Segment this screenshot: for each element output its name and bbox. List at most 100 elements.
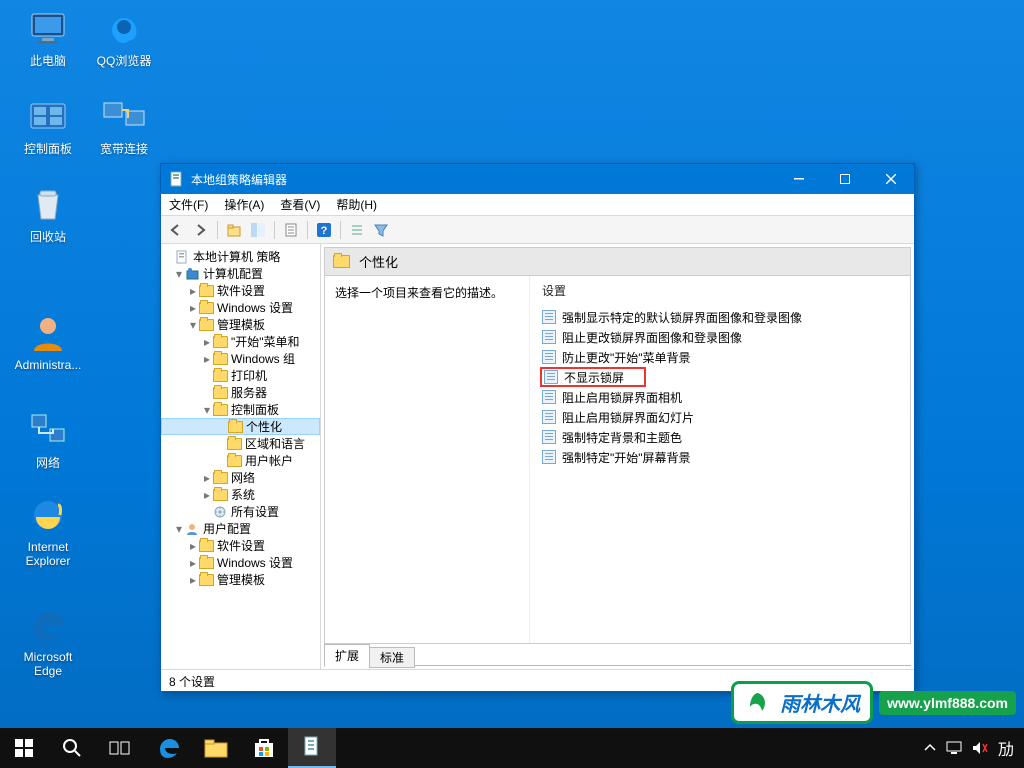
tree-system[interactable]: 系统 <box>231 486 255 503</box>
policy-icon <box>542 430 556 444</box>
policy-icon <box>542 350 556 364</box>
up-button[interactable] <box>224 220 244 240</box>
tree-root[interactable]: 本地计算机 策略 <box>193 248 280 265</box>
setting-label: 阻止启用锁屏界面相机 <box>562 389 682 406</box>
tree-network[interactable]: 网络 <box>231 469 255 486</box>
setting-row[interactable]: 强制显示特定的默认锁屏界面图像和登录图像 <box>540 307 902 327</box>
forward-button[interactable] <box>191 220 211 240</box>
icon-this-pc[interactable]: 此电脑 <box>12 8 84 68</box>
setting-label: 强制特定"开始"屏幕背景 <box>562 449 691 466</box>
close-button[interactable] <box>868 164 914 194</box>
policy-icon <box>544 370 558 384</box>
tray-ime-icon[interactable]: 劢 <box>998 736 1014 760</box>
icon-qqbrowser[interactable]: QQ浏览器 <box>88 8 160 68</box>
tree-server[interactable]: 服务器 <box>231 384 267 401</box>
properties-icon[interactable] <box>281 220 301 240</box>
window-title: 本地组策略编辑器 <box>191 171 287 188</box>
list-icon[interactable] <box>347 220 367 240</box>
menu-view[interactable]: 查看(V) <box>272 196 328 213</box>
tree-windows-components[interactable]: Windows 组 <box>231 350 295 367</box>
taskbar[interactable]: 劢 <box>0 728 1024 768</box>
minimize-button[interactable] <box>776 164 822 194</box>
setting-row[interactable]: 强制特定"开始"屏幕背景 <box>540 447 902 467</box>
taskview-button[interactable] <box>96 728 144 768</box>
setting-row[interactable]: 不显示锁屏 <box>540 367 646 387</box>
search-button[interactable] <box>48 728 96 768</box>
tree-soft-settings[interactable]: 软件设置 <box>217 282 265 299</box>
tab-standard[interactable]: 标准 <box>369 647 415 668</box>
icon-control-panel[interactable]: 控制面板 <box>12 96 84 156</box>
tree-windows-settings[interactable]: Windows 设置 <box>217 299 293 316</box>
back-button[interactable] <box>167 220 187 240</box>
tray-display-icon[interactable] <box>946 741 962 755</box>
maximize-button[interactable] <box>822 164 868 194</box>
titlebar[interactable]: 本地组策略编辑器 <box>161 164 914 194</box>
policy-icon <box>542 450 556 464</box>
setting-row[interactable]: 阻止启用锁屏界面幻灯片 <box>540 407 902 427</box>
tree-printer[interactable]: 打印机 <box>231 367 267 384</box>
setting-label: 阻止更改锁屏界面图像和登录图像 <box>562 329 742 346</box>
setting-row[interactable]: 强制特定背景和主题色 <box>540 427 902 447</box>
setting-row[interactable]: 阻止启用锁屏界面相机 <box>540 387 902 407</box>
tree-pane[interactable]: 本地计算机 策略 ▾计算机配置 ▸软件设置 ▸Windows 设置 ▾管理模板 … <box>161 244 321 669</box>
setting-label: 防止更改"开始"菜单背景 <box>562 349 691 366</box>
icon-recycle-bin[interactable]: 回收站 <box>12 184 84 244</box>
settings-header: 设置 <box>540 282 902 299</box>
setting-label: 不显示锁屏 <box>564 369 624 386</box>
show-hide-tree[interactable] <box>248 220 268 240</box>
tree-user-soft[interactable]: 软件设置 <box>217 537 265 554</box>
start-button[interactable] <box>0 728 48 768</box>
description-pane: 选择一个项目来查看它的描述。 <box>325 276 530 643</box>
icon-ie[interactable]: Internet Explorer <box>12 494 84 569</box>
filter-icon[interactable] <box>371 220 391 240</box>
tray-chevron-icon[interactable] <box>924 742 936 754</box>
menu-help[interactable]: 帮助(H) <box>328 196 385 213</box>
help-icon[interactable]: ? <box>314 220 334 240</box>
setting-label: 阻止启用锁屏界面幻灯片 <box>562 409 694 426</box>
right-pane: 个性化 选择一个项目来查看它的描述。 设置 强制显示特定的默认锁屏界面图像和登录… <box>321 244 914 669</box>
tree-computer-config[interactable]: 计算机配置 <box>203 265 263 282</box>
tree-control-panel[interactable]: 控制面板 <box>231 401 279 418</box>
tabs: 扩展 标准 <box>324 644 911 666</box>
tree-all-settings[interactable]: 所有设置 <box>231 503 279 520</box>
tree-user-admin[interactable]: 管理模板 <box>217 571 265 588</box>
desktop[interactable]: 此电脑 控制面板 回收站 Administra... 网络 Internet E… <box>0 0 1024 768</box>
tree-admin-templates[interactable]: 管理模板 <box>217 316 265 333</box>
svg-text:?: ? <box>321 225 328 237</box>
leaf-icon <box>744 689 772 717</box>
setting-row[interactable]: 阻止更改锁屏界面图像和登录图像 <box>540 327 902 347</box>
tray-volume-icon[interactable] <box>972 741 988 755</box>
icon-network[interactable]: 网络 <box>12 410 84 470</box>
icon-edge[interactable]: Microsoft Edge <box>12 604 84 679</box>
setting-label: 强制特定背景和主题色 <box>562 429 682 446</box>
policy-icon <box>542 310 556 324</box>
policy-icon <box>542 410 556 424</box>
setting-label: 强制显示特定的默认锁屏界面图像和登录图像 <box>562 309 802 326</box>
watermark: 雨林木风 www.ylmf888.com <box>731 681 1016 724</box>
policy-icon <box>542 330 556 344</box>
taskbar-edge[interactable] <box>144 728 192 768</box>
system-tray[interactable]: 劢 <box>914 736 1024 760</box>
tree-personalization[interactable]: 个性化 <box>246 418 282 435</box>
description-text: 选择一个项目来查看它的描述。 <box>335 286 503 300</box>
gpedit-window: 本地组策略编辑器 文件(F) 操作(A) 查看(V) 帮助(H) ? <box>160 163 915 692</box>
menu-file[interactable]: 文件(F) <box>161 196 216 213</box>
policy-icon <box>542 390 556 404</box>
tree-user-config[interactable]: 用户配置 <box>203 520 251 537</box>
setting-row[interactable]: 防止更改"开始"菜单背景 <box>540 347 902 367</box>
toolbar: ? <box>161 216 914 244</box>
tree-user-accounts[interactable]: 用户帐户 <box>245 452 293 469</box>
taskbar-store[interactable] <box>240 728 288 768</box>
tree-region[interactable]: 区域和语言 <box>245 435 305 452</box>
taskbar-gpedit[interactable] <box>288 728 336 768</box>
icon-dialup[interactable]: 宽带连接 <box>88 96 160 156</box>
taskbar-explorer[interactable] <box>192 728 240 768</box>
icon-admin[interactable]: Administra... <box>12 312 84 372</box>
tree-start-menu[interactable]: "开始"菜单和 <box>231 333 300 350</box>
tree-user-windows[interactable]: Windows 设置 <box>217 554 293 571</box>
pane-header: 个性化 <box>324 247 911 276</box>
tab-extended[interactable]: 扩展 <box>324 644 370 667</box>
menubar: 文件(F) 操作(A) 查看(V) 帮助(H) <box>161 194 914 216</box>
app-icon <box>169 171 185 187</box>
menu-action[interactable]: 操作(A) <box>216 196 272 213</box>
